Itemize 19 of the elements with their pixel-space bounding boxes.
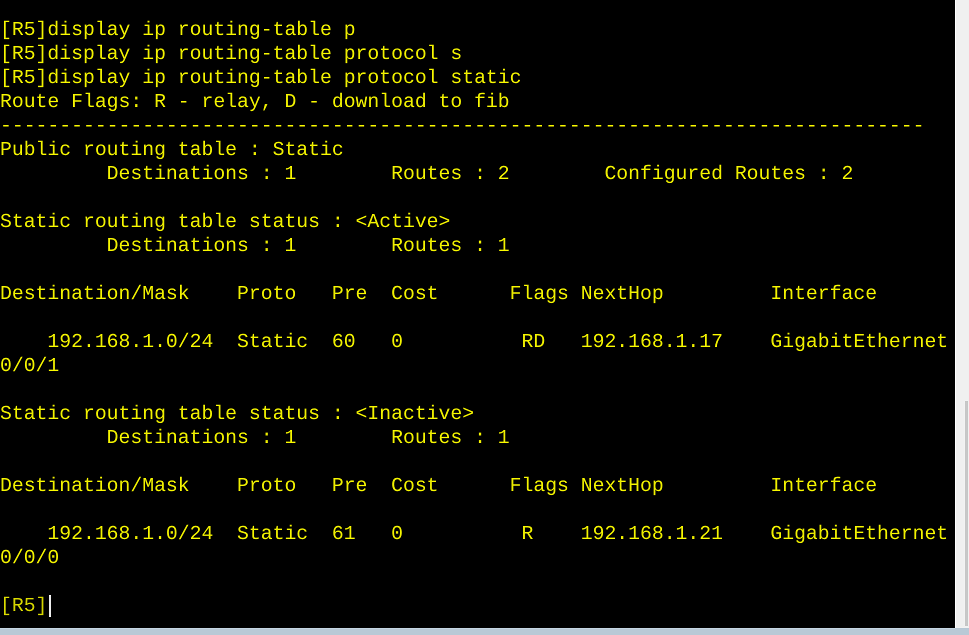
terminal-line: ------------------------------------------------------------------------------ <box>0 114 926 138</box>
terminal-line: Destinations : 1 Routes : 1 <box>106 426 511 450</box>
terminal-line: [R5]display ip routing-table protocol static <box>0 66 522 90</box>
terminal-line: Destination/Mask Proto Pre Cost Flags NextHop Interface <box>0 474 878 498</box>
terminal-line: [R5]display ip routing-table p <box>0 18 357 42</box>
command-prompt: [R5] <box>0 594 48 618</box>
terminal-line: Static routing table status : <Inactive> <box>0 402 476 426</box>
terminal-line: Destinations : 1 Routes : 1 <box>106 234 511 258</box>
terminal-line: 0/0/1 <box>0 354 60 378</box>
terminal-line: Static routing table status : <Active> <box>0 210 452 234</box>
terminal-line: Route Flags: R - relay, D - download to fib <box>0 90 511 114</box>
terminal-line: Destination/Mask Proto Pre Cost Flags NextHop Interface <box>0 282 878 306</box>
terminal-line: Destinations : 1 Routes : 2 Configured Routes : 2 <box>106 162 854 186</box>
terminal-line: 0/0/0 <box>0 546 60 570</box>
terminal-line: [R5]display ip routing-table protocol s <box>0 42 464 66</box>
terminal-line: 192.168.1.0/24 Static 61 0 R 192.168.1.21 GigabitEthernet <box>46 522 950 546</box>
terminal-line: 192.168.1.0/24 Static 60 0 RD 192.168.1.17 GigabitEthernet <box>46 330 950 354</box>
scrollbar-thumb[interactable] <box>965 401 968 626</box>
terminal-line: Public routing table : Static <box>0 138 345 162</box>
